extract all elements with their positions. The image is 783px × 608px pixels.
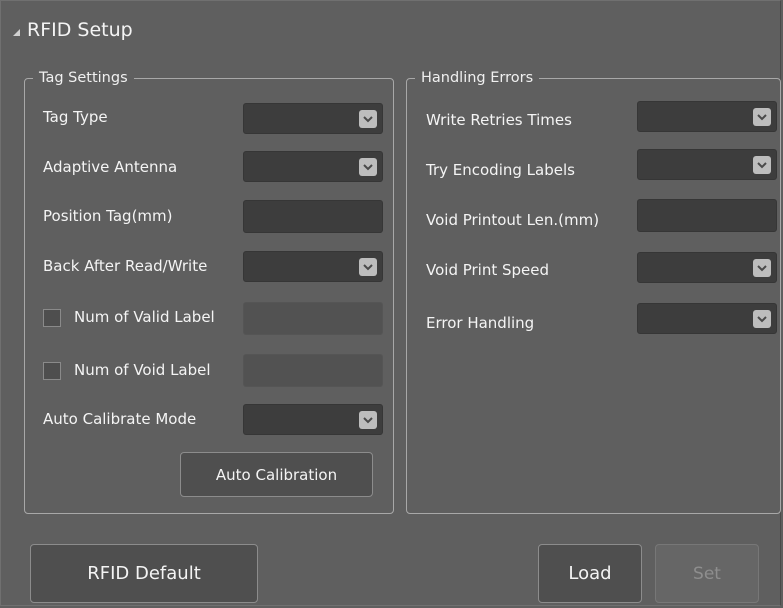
void-printout-len-label: Void Printout Len.(mm) [426, 211, 600, 229]
void-print-speed-label: Void Print Speed [426, 261, 550, 279]
handling-errors-legend: Handling Errors [415, 68, 540, 88]
chevron-down-icon[interactable] [359, 411, 377, 429]
error-handling-label: Error Handling [426, 314, 535, 332]
write-retries-select[interactable] [637, 101, 777, 132]
tag-type-select[interactable] [243, 103, 383, 134]
write-retries-label: Write Retries Times [426, 111, 572, 129]
num-void-label-input[interactable] [243, 354, 383, 387]
tag-settings-group: Tag Settings [24, 68, 394, 514]
chevron-down-icon[interactable] [359, 110, 377, 128]
panel-title: RFID Setup [27, 19, 133, 41]
tag-type-label: Tag Type [43, 108, 108, 126]
set-button[interactable]: Set [655, 544, 759, 603]
position-tag-input[interactable] [243, 200, 383, 233]
void-print-speed-select[interactable] [637, 252, 777, 283]
rfid-setup-panel: RFID Setup Tag Settings Tag Type Adaptiv… [0, 0, 781, 606]
auto-calibrate-mode-select[interactable] [243, 404, 383, 435]
back-after-rw-label: Back After Read/Write [43, 257, 208, 275]
adaptive-antenna-select[interactable] [243, 151, 383, 182]
panel-header[interactable]: RFID Setup [13, 19, 133, 41]
load-button[interactable]: Load [538, 544, 642, 603]
adaptive-antenna-label: Adaptive Antenna [43, 158, 178, 176]
try-encoding-label: Try Encoding Labels [426, 161, 575, 179]
chevron-down-icon[interactable] [753, 310, 771, 328]
rfid-default-button[interactable]: RFID Default [30, 544, 258, 603]
auto-calibrate-mode-label: Auto Calibrate Mode [43, 410, 197, 428]
collapse-triangle-icon[interactable] [13, 28, 20, 36]
chevron-down-icon[interactable] [753, 259, 771, 277]
chevron-down-icon[interactable] [753, 156, 771, 174]
chevron-down-icon[interactable] [753, 108, 771, 126]
num-valid-label-label: Num of Valid Label [74, 308, 215, 326]
num-valid-label-input[interactable] [243, 302, 383, 335]
num-void-label-label: Num of Void Label [74, 361, 211, 379]
chevron-down-icon[interactable] [359, 258, 377, 276]
auto-calibration-button[interactable]: Auto Calibration [180, 452, 373, 497]
num-void-label-checkbox[interactable] [43, 362, 61, 380]
num-valid-label-checkbox[interactable] [43, 309, 61, 327]
back-after-rw-select[interactable] [243, 251, 383, 282]
handling-errors-group: Handling Errors [406, 68, 781, 514]
chevron-down-icon[interactable] [359, 158, 377, 176]
void-printout-len-input[interactable] [637, 199, 777, 232]
error-handling-select[interactable] [637, 303, 777, 334]
tag-settings-legend: Tag Settings [33, 68, 134, 88]
try-encoding-select[interactable] [637, 149, 777, 180]
position-tag-label: Position Tag(mm) [43, 207, 173, 225]
